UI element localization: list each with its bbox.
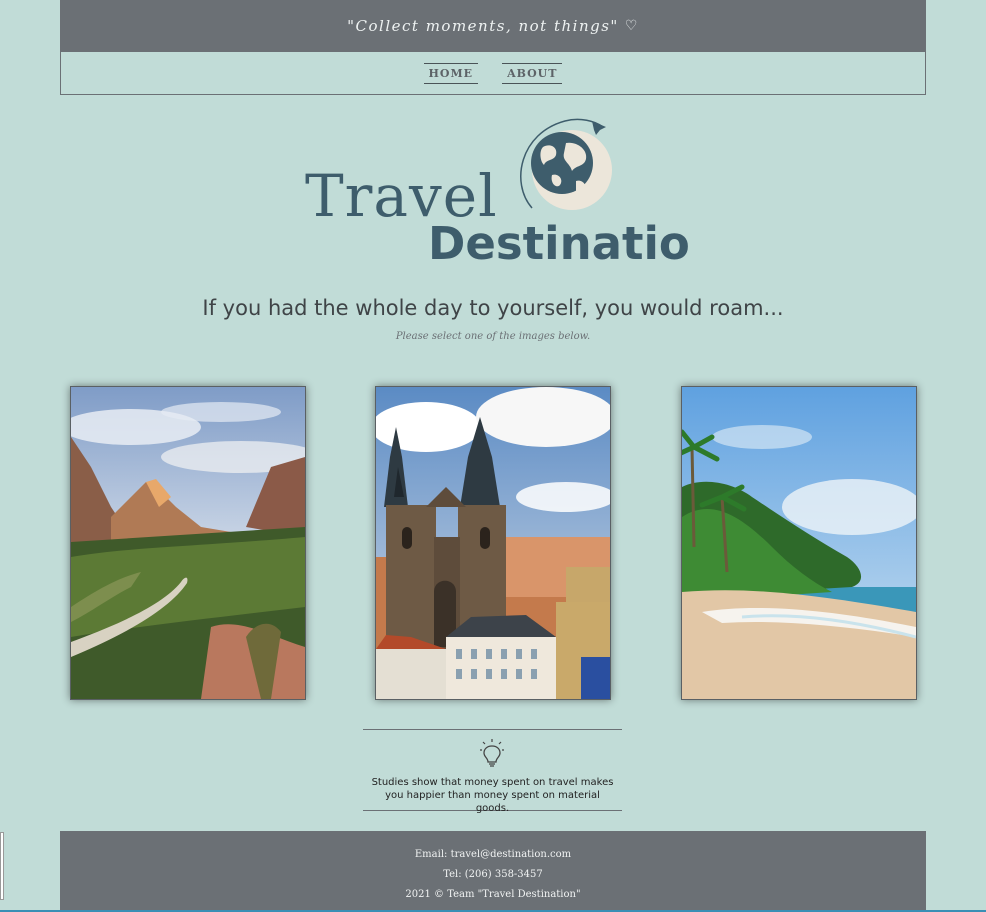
page-headline: If you had the whole day to yourself, yo… — [202, 296, 784, 320]
banner-quote: "Collect moments, not things" — [347, 17, 619, 35]
heart-icon: ♡ — [624, 18, 639, 34]
lightbulb-icon — [480, 739, 504, 767]
page-wrapper: "Collect moments, not things" ♡ HOME ABO… — [60, 0, 926, 95]
page-subline: Please select one of the images below. — [395, 331, 591, 342]
logo-destination-text: Destination — [428, 217, 690, 268]
footer-email: Email: travel@destination.com — [414, 849, 572, 860]
side-feedback-tab[interactable] — [0, 832, 4, 900]
destination-card-prague[interactable] — [375, 386, 611, 700]
nav-about-link[interactable]: ABOUT — [502, 62, 563, 84]
travel-destination-logo: Travel Destination — [305, 118, 690, 268]
canyon-landscape-image — [71, 387, 305, 699]
destination-card-canyon[interactable] — [70, 386, 306, 700]
header-banner: "Collect moments, not things" ♡ — [60, 0, 926, 52]
destination-card-beach[interactable] — [681, 386, 917, 700]
tropical-beach-image — [682, 387, 916, 699]
prague-cathedral-image — [376, 387, 610, 699]
footer-phone: Tel: (206) 358-3457 — [443, 869, 543, 880]
main-nav: HOME ABOUT — [60, 52, 926, 95]
fun-fact-text: Studies show that money spent on travel … — [371, 777, 614, 814]
nav-home-link[interactable]: HOME — [423, 62, 479, 84]
page-footer: Email: travel@destination.com Tel: (206)… — [60, 831, 926, 910]
fun-fact-box: Studies show that money spent on travel … — [363, 729, 622, 814]
footer-copyright: 2021 © Team "Travel Destination" — [405, 889, 581, 900]
